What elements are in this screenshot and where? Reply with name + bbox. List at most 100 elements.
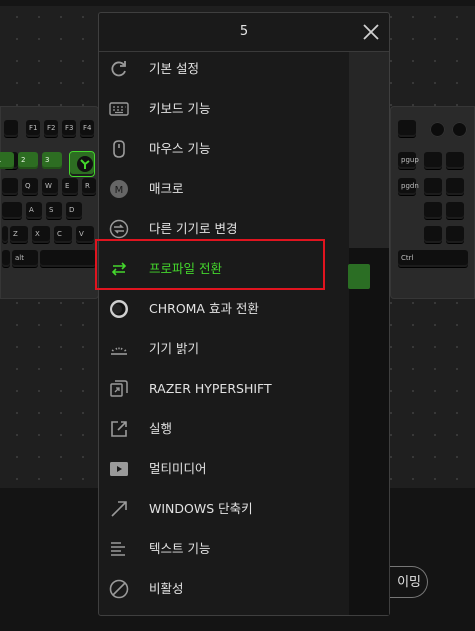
background-button[interactable]: 이밍 bbox=[388, 566, 428, 598]
key-c[interactable]: C bbox=[54, 226, 72, 243]
key-space[interactable] bbox=[40, 250, 96, 267]
menu-item-label: WINDOWS 단축키 bbox=[149, 501, 253, 516]
key-label: alt bbox=[15, 254, 24, 262]
key-label: 2 bbox=[21, 156, 26, 164]
scroll-indicator bbox=[348, 264, 370, 289]
key-d[interactable]: D bbox=[66, 202, 82, 219]
windows-shortcut-icon bbox=[111, 501, 127, 517]
menu-item-label: CHROMA 효과 전환 bbox=[149, 301, 259, 316]
key-num1[interactable] bbox=[424, 226, 442, 243]
key-v[interactable]: V bbox=[76, 226, 94, 243]
key-f2[interactable]: F2 bbox=[44, 120, 58, 137]
switch-device-icon bbox=[109, 219, 129, 239]
key-num-div[interactable] bbox=[446, 152, 464, 169]
close-icon[interactable] bbox=[361, 22, 381, 42]
key-label: F2 bbox=[47, 124, 56, 132]
menu-item-label: 매크로 bbox=[149, 181, 184, 196]
key-num4[interactable] bbox=[424, 202, 442, 219]
text-icon bbox=[111, 542, 125, 556]
key-label: V bbox=[79, 230, 84, 238]
key-a[interactable]: A bbox=[26, 202, 42, 219]
key-s[interactable]: S bbox=[46, 202, 62, 219]
key-w[interactable]: W bbox=[42, 178, 58, 195]
menu-item-hypershift[interactable]: RAZER HYPERSHIFT bbox=[99, 369, 349, 409]
key-shift[interactable] bbox=[2, 226, 8, 243]
menu-item-label: 키보드 기능 bbox=[149, 101, 211, 116]
profile-switch-icon bbox=[111, 262, 127, 276]
key-label: A bbox=[29, 206, 34, 214]
menu-item-mouse[interactable]: 마우스 기능 bbox=[99, 129, 349, 169]
key-label: Q bbox=[25, 182, 31, 190]
key-label: F1 bbox=[29, 124, 38, 132]
key-label: 3 bbox=[45, 156, 50, 164]
menu-item-disable[interactable]: 비활성 bbox=[99, 569, 349, 609]
menu-item-switch-device[interactable]: 다른 기기로 변경 bbox=[99, 209, 349, 249]
key-e[interactable]: E bbox=[62, 178, 78, 195]
key-caps[interactable] bbox=[2, 202, 22, 219]
key-x[interactable]: X bbox=[32, 226, 50, 243]
key-f1[interactable]: F1 bbox=[26, 120, 40, 137]
launch-icon bbox=[111, 421, 127, 437]
menu-item-chroma[interactable]: CHROMA 효과 전환 bbox=[99, 289, 349, 329]
menu-title: 5 bbox=[239, 24, 249, 39]
menu-item-multimedia[interactable]: 멀티미디어 bbox=[99, 449, 349, 489]
key-media[interactable] bbox=[398, 120, 416, 137]
menu-item-label: 실행 bbox=[149, 421, 173, 436]
media-knob[interactable] bbox=[452, 122, 467, 137]
key-ctrl[interactable] bbox=[2, 250, 10, 267]
keyboard-icon bbox=[109, 102, 129, 116]
key-num7[interactable] bbox=[424, 178, 442, 195]
menu-item-label: 다른 기기로 변경 bbox=[149, 221, 238, 236]
menu-header: 5 bbox=[99, 13, 389, 52]
scrollbar-thumb[interactable] bbox=[349, 52, 389, 248]
key-label: Ctrl bbox=[401, 254, 414, 262]
key-1[interactable]: 1 bbox=[0, 152, 14, 169]
key-f4[interactable]: F4 bbox=[80, 120, 94, 137]
menu-item-label: 비활성 bbox=[149, 581, 184, 596]
key-label: Z bbox=[13, 230, 18, 238]
menu-item-profile-switch[interactable]: 프로파일 전환 bbox=[99, 249, 349, 289]
key-alt[interactable]: alt bbox=[12, 250, 38, 267]
key-assign-menu: 5 기본 설정 키보드 기능 마우스 기능 M 매크로 다른 기기로 변경 프로… bbox=[98, 12, 390, 616]
key-5-selected[interactable] bbox=[69, 151, 95, 177]
key-esc[interactable] bbox=[4, 120, 18, 137]
key-f3[interactable]: F3 bbox=[62, 120, 76, 137]
key-r[interactable]: R bbox=[82, 178, 96, 195]
key-2[interactable]: 2 bbox=[18, 152, 38, 169]
menu-item-windows-shortcut[interactable]: WINDOWS 단축키 bbox=[99, 489, 349, 529]
key-pgup[interactable]: pgup bbox=[398, 152, 419, 169]
key-label: E bbox=[65, 182, 70, 190]
menu-item-keyboard[interactable]: 키보드 기능 bbox=[99, 89, 349, 129]
key-right-ctrl[interactable]: Ctrl bbox=[398, 250, 468, 267]
key-num8[interactable] bbox=[446, 178, 464, 195]
key-label: R bbox=[85, 182, 90, 190]
macro-icon-letter: M bbox=[115, 185, 124, 196]
keyboard-image-right: pgup pgdn Ctrl bbox=[390, 106, 475, 299]
key-num2[interactable] bbox=[446, 226, 464, 243]
key-tab[interactable] bbox=[2, 178, 18, 195]
menu-item-label: 기본 설정 bbox=[149, 61, 199, 76]
key-label: pgdn bbox=[401, 182, 419, 190]
macro-icon: M bbox=[110, 180, 128, 198]
key-label: F3 bbox=[65, 124, 74, 132]
hypershift-icon bbox=[110, 380, 128, 397]
key-q[interactable]: Q bbox=[22, 178, 38, 195]
menu-item-text[interactable]: 텍스트 기능 bbox=[99, 529, 349, 569]
reset-icon bbox=[111, 61, 126, 77]
key-pgdn[interactable]: pgdn bbox=[398, 178, 419, 195]
razer-logo-icon bbox=[77, 156, 93, 172]
mouse-icon bbox=[113, 140, 125, 158]
key-label: C bbox=[57, 230, 62, 238]
menu-item-default[interactable]: 기본 설정 bbox=[99, 49, 349, 89]
key-z[interactable]: Z bbox=[10, 226, 28, 243]
key-3[interactable]: 3 bbox=[42, 152, 62, 169]
menu-item-macro[interactable]: M 매크로 bbox=[99, 169, 349, 209]
menu-item-brightness[interactable]: 기기 밝기 bbox=[99, 329, 349, 369]
multimedia-icon bbox=[110, 462, 128, 476]
key-num5[interactable] bbox=[446, 202, 464, 219]
keyboard-image-left: F1 F2 F3 F4 1 2 3 Q W E R A S D Z X C V … bbox=[0, 106, 99, 299]
key-numlock[interactable] bbox=[424, 152, 442, 169]
menu-item-label: 텍스트 기능 bbox=[149, 541, 211, 556]
volume-knob[interactable] bbox=[430, 122, 445, 137]
menu-item-launch[interactable]: 실행 bbox=[99, 409, 349, 449]
